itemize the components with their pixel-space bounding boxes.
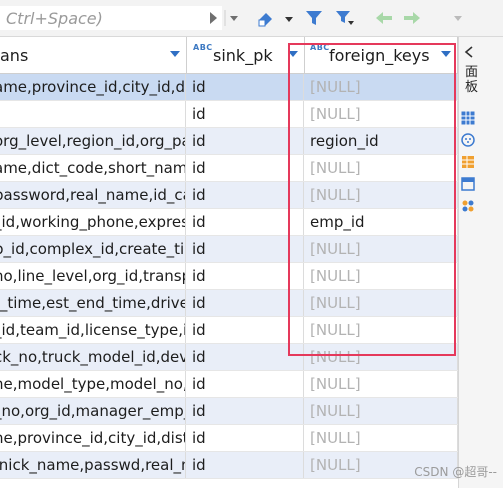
back-arrow-icon[interactable] xyxy=(374,8,394,28)
cell-foreign-keys[interactable]: [NULL] xyxy=(305,371,458,397)
cell-columns[interactable]: ck_no,truck_model_id,devi xyxy=(0,344,186,370)
cell-columns[interactable]: _id,team_id,license_type,in xyxy=(0,317,186,343)
cell-sink-pk[interactable]: id xyxy=(187,425,304,451)
cell-sink-pk[interactable]: id xyxy=(187,155,304,181)
dots-circle-icon[interactable] xyxy=(461,133,475,147)
table-row[interactable]: ,nick_name,passwd,real_na id [NULL] xyxy=(0,452,458,479)
cell-columns[interactable]: _no,org_id,manager_emp_i xyxy=(0,398,186,424)
cell-text: ne,province_id,city_id,dist xyxy=(0,429,186,447)
string-type-icon: ABC xyxy=(193,43,213,52)
cell-text: ,nick_name,passwd,real_na xyxy=(0,456,186,474)
cell-foreign-keys[interactable]: [NULL] xyxy=(305,425,458,451)
cell-text: org_level,region_id,org_pare xyxy=(0,132,185,150)
watermark: CSDN @超哥-- xyxy=(414,465,497,479)
cell-columns[interactable]: org_level,region_id,org_pare xyxy=(0,128,186,154)
layout-icon[interactable] xyxy=(461,177,475,191)
cell-sink-pk[interactable]: id xyxy=(187,344,304,370)
dropdown-arrow-icon[interactable] xyxy=(224,8,244,28)
highlight-box xyxy=(288,43,456,356)
cell-columns[interactable]: t_time,est_end_time,driver xyxy=(0,290,186,316)
play-arrow-icon[interactable] xyxy=(204,8,224,28)
column-label: ans xyxy=(0,46,29,65)
cell-sink-pk[interactable]: id xyxy=(187,74,304,100)
filter-icon[interactable] xyxy=(304,8,324,28)
close-icon[interactable] xyxy=(463,45,475,63)
cell-text: _no,org_id,manager_emp_i xyxy=(0,402,186,420)
cell-columns[interactable]: _id,working_phone,express xyxy=(0,209,186,235)
table-row[interactable]: _no,org_id,manager_emp_i id [NULL] xyxy=(0,398,458,425)
cell-text: password,real_name,id_card xyxy=(0,186,185,204)
cell-columns[interactable]: ne,model_type,model_no,b xyxy=(0,371,186,397)
cell-text: ame,dict_code,short_name xyxy=(0,159,186,177)
cell-foreign-keys[interactable]: [NULL] xyxy=(305,398,458,424)
cell-sink-pk[interactable]: id xyxy=(187,182,304,208)
cell-sink-pk[interactable]: id xyxy=(187,263,304,289)
cell-columns[interactable]: password,real_name,id_card xyxy=(0,182,186,208)
sort-arrow-icon[interactable] xyxy=(170,51,180,57)
side-panel: 面板 xyxy=(458,37,503,488)
filter-dropdown-icon[interactable] xyxy=(334,8,354,28)
toolbar: Ctrl+Space) xyxy=(0,0,503,37)
cell-sink-pk[interactable]: id xyxy=(187,101,304,127)
more-icon[interactable] xyxy=(448,8,468,28)
cell-text: ne,model_type,model_no,b xyxy=(0,375,186,393)
variables-icon[interactable] xyxy=(461,199,475,213)
cell-text: no,line_level,org_id,transpo xyxy=(0,267,186,285)
grid-icon[interactable] xyxy=(461,111,475,125)
cell-sink-pk[interactable]: id xyxy=(187,398,304,424)
cell-text: t_time,est_end_time,driver xyxy=(0,294,186,312)
cell-columns[interactable] xyxy=(0,101,186,127)
table-icon[interactable] xyxy=(461,155,475,169)
filter-input[interactable]: Ctrl+Space) xyxy=(0,6,222,30)
column-header-columns[interactable]: ans xyxy=(0,37,187,73)
cell-sink-pk[interactable]: id xyxy=(187,236,304,262)
column-label: sink_pk xyxy=(213,46,273,65)
cell-sink-pk[interactable]: id xyxy=(187,371,304,397)
cell-columns[interactable]: p_id,complex_id,create_tim xyxy=(0,236,186,262)
cell-text: _id,team_id,license_type,in xyxy=(0,321,186,339)
filter-placeholder: Ctrl+Space) xyxy=(6,9,103,28)
cell-sink-pk[interactable]: id xyxy=(187,317,304,343)
cell-sink-pk[interactable]: id xyxy=(187,128,304,154)
cell-columns[interactable]: no,line_level,org_id,transpo xyxy=(0,263,186,289)
cell-sink-pk[interactable]: id xyxy=(187,290,304,316)
panel-tab-label[interactable]: 面板 xyxy=(465,65,481,95)
table-row[interactable]: ne,province_id,city_id,dist id [NULL] xyxy=(0,425,458,452)
cell-text: ck_no,truck_model_id,devi xyxy=(0,348,186,366)
table-row[interactable]: ne,model_type,model_no,b id [NULL] xyxy=(0,371,458,398)
cell-columns[interactable]: ne,province_id,city_id,dist xyxy=(0,425,186,451)
cell-sink-pk[interactable]: id xyxy=(187,209,304,235)
cell-text: p_id,complex_id,create_tim xyxy=(0,240,186,258)
cell-text: ame,province_id,city_id,dis xyxy=(0,78,186,96)
cell-text: _id,working_phone,express xyxy=(0,213,186,231)
eraser-icon[interactable] xyxy=(256,8,276,28)
cell-columns[interactable]: ame,dict_code,short_name xyxy=(0,155,186,181)
cell-columns[interactable]: ame,province_id,city_id,dis xyxy=(0,74,186,100)
forward-arrow-icon[interactable] xyxy=(402,8,422,28)
dropdown-small-icon[interactable] xyxy=(280,8,300,28)
cell-columns[interactable]: ,nick_name,passwd,real_na xyxy=(0,452,186,478)
cell-sink-pk[interactable]: id xyxy=(187,452,304,478)
